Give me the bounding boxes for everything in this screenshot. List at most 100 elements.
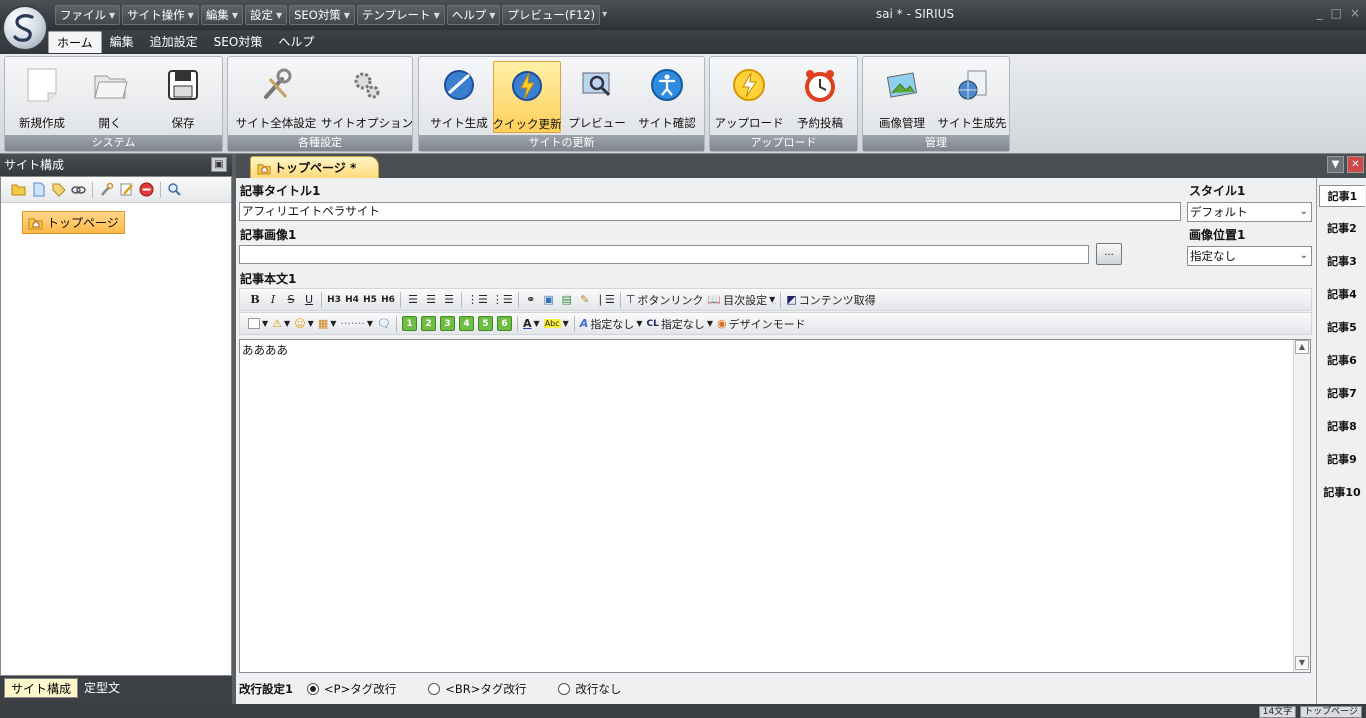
underline-button[interactable]: U <box>302 291 316 308</box>
article-tab-3[interactable]: 記事3 <box>1319 251 1365 273</box>
article-tab-2[interactable]: 記事2 <box>1319 218 1365 240</box>
h3-button[interactable]: H3 <box>327 291 341 308</box>
strikethrough-button[interactable]: S <box>284 291 298 308</box>
article-tab-9[interactable]: 記事9 <box>1319 449 1365 471</box>
save-button[interactable]: 保存 <box>155 61 211 133</box>
font-dropdown[interactable]: A 指定なし ▼ <box>580 315 643 332</box>
tab-home[interactable]: ホーム <box>48 31 102 53</box>
tree-node-top-page[interactable]: トップページ <box>22 211 125 234</box>
pin-panel-icon[interactable]: ▣ <box>211 157 227 172</box>
insert-table-icon[interactable]: ▤ <box>560 291 574 308</box>
align-left-icon[interactable]: ☰ <box>406 291 420 308</box>
open-button[interactable]: 開く <box>85 61 135 133</box>
article-image-input[interactable] <box>239 245 1089 264</box>
article-tab-6[interactable]: 記事6 <box>1319 350 1365 372</box>
toc-settings-button[interactable]: 📖 目次設定 ▼ <box>707 291 775 308</box>
tab-site-structure[interactable]: サイト構成 <box>4 678 79 698</box>
align-center-icon[interactable]: ☰ <box>424 291 438 308</box>
maximize-button[interactable]: □ <box>1331 6 1342 20</box>
tab-additional-settings[interactable]: 追加設定 <box>142 31 206 53</box>
bulleted-list-icon[interactable]: ⋮☰ <box>467 291 488 308</box>
preview-button[interactable]: プレビュー <box>567 61 627 133</box>
article-tab-1[interactable]: 記事1 <box>1319 185 1365 207</box>
insert-image-icon[interactable]: ▣ <box>542 291 556 308</box>
menu-site-ops[interactable]: サイト操作 ▼ <box>122 5 199 25</box>
number-1-button[interactable]: 1 <box>402 316 418 331</box>
app-menu-button[interactable] <box>2 5 48 51</box>
speech-bubble-icon[interactable]: 🗨 <box>377 315 391 332</box>
image-manage-button[interactable]: 画像管理 <box>869 61 935 133</box>
article-tab-8[interactable]: 記事8 <box>1319 416 1365 438</box>
body-scrollbar[interactable]: ▲ ▼ <box>1293 340 1310 672</box>
page-icon[interactable] <box>31 182 46 197</box>
document-tab-top-page[interactable]: トップページ * <box>250 156 380 178</box>
site-generate-button[interactable]: サイト生成 <box>425 61 493 133</box>
box-style-dropdown[interactable]: ▼ <box>248 315 268 332</box>
customize-qat-icon[interactable]: ▾ <box>602 5 607 27</box>
menu-edit[interactable]: 編集 ▼ <box>200 5 243 25</box>
style-select[interactable]: デフォルト ⌄ <box>1187 202 1312 222</box>
edit-html-icon[interactable]: ✎ <box>578 291 592 308</box>
edit-pencil-icon[interactable] <box>119 182 134 197</box>
close-document-icon[interactable]: ✕ <box>1347 156 1364 173</box>
highlight-dropdown[interactable]: Abc ▼ <box>543 315 569 332</box>
class-dropdown[interactable]: CL 指定なし ▼ <box>646 315 713 332</box>
wrench-icon[interactable] <box>99 182 114 197</box>
decoration-image-dropdown[interactable]: ▦ ▼ <box>318 315 337 332</box>
h5-button[interactable]: H5 <box>363 291 377 308</box>
radio-br-tag[interactable]: <BR>タグ改行 <box>428 681 526 697</box>
scroll-up-icon[interactable]: ▲ <box>1295 340 1309 354</box>
tag-icon[interactable] <box>51 182 66 197</box>
number-5-button[interactable]: 5 <box>478 316 494 331</box>
article-body-textarea[interactable]: ああああ <box>239 339 1311 673</box>
tab-snippets[interactable]: 定型文 <box>78 678 126 698</box>
tab-help[interactable]: ヘルプ <box>270 31 322 53</box>
minimize-button[interactable]: _ <box>1317 6 1323 20</box>
tab-list-dropdown-icon[interactable]: ▼ <box>1327 156 1344 173</box>
menu-settings[interactable]: 設定 ▼ <box>244 5 288 25</box>
search-icon[interactable] <box>167 182 182 197</box>
content-fetch-button[interactable]: ◩ コンテンツ取得 <box>786 291 875 308</box>
scheduled-post-button[interactable]: 予約投稿 <box>788 61 852 133</box>
font-color-dropdown[interactable]: A ▼ <box>523 315 540 332</box>
emoji-dropdown[interactable]: ☺ ▼ <box>294 315 314 332</box>
menu-file[interactable]: ファイル ▼ <box>55 5 121 25</box>
warning-dropdown[interactable]: ⚠ ▼ <box>272 315 290 332</box>
site-settings-button[interactable]: サイト全体設定 <box>234 61 318 133</box>
number-4-button[interactable]: 4 <box>459 316 475 331</box>
menu-seo[interactable]: SEO対策 ▼ <box>289 5 355 25</box>
delete-icon[interactable] <box>139 182 154 197</box>
quick-update-button[interactable]: クイック更新 <box>493 61 562 133</box>
folder-icon[interactable] <box>11 182 26 197</box>
link-icon[interactable] <box>71 182 86 197</box>
blockquote-icon[interactable]: ❘☰ <box>596 291 615 308</box>
button-link-button[interactable]: ⊤ ボタンリンク <box>626 291 704 308</box>
article-tab-5[interactable]: 記事5 <box>1319 317 1365 339</box>
bold-button[interactable]: B <box>248 291 262 308</box>
tab-seo[interactable]: SEO対策 <box>206 31 271 53</box>
h4-button[interactable]: H4 <box>345 291 359 308</box>
image-position-select[interactable]: 指定なし ⌄ <box>1187 246 1312 266</box>
article-title-input[interactable]: アフィリエイトペラサイト <box>239 202 1181 221</box>
article-tab-10[interactable]: 記事10 <box>1319 482 1365 504</box>
browse-image-button[interactable]: ... <box>1096 243 1122 265</box>
number-2-button[interactable]: 2 <box>421 316 437 331</box>
link-icon[interactable]: ⚭ <box>524 291 538 308</box>
radio-no-break[interactable]: 改行なし <box>558 681 621 697</box>
align-right-icon[interactable]: ☰ <box>442 291 456 308</box>
site-options-button[interactable]: サイトオプション <box>321 61 413 133</box>
menu-preview[interactable]: プレビュー(F12) <box>502 5 601 25</box>
new-button[interactable]: 新規作成 <box>11 61 73 133</box>
line-style-dropdown[interactable]: ······· ▼ <box>340 315 373 332</box>
menu-template[interactable]: テンプレート ▼ <box>356 5 445 25</box>
menu-help[interactable]: ヘルプ ▼ <box>446 5 501 25</box>
numbered-list-icon[interactable]: ⋮☰ <box>492 291 513 308</box>
number-3-button[interactable]: 3 <box>440 316 456 331</box>
radio-p-tag[interactable]: <P>タグ改行 <box>307 681 396 697</box>
article-tab-4[interactable]: 記事4 <box>1319 284 1365 306</box>
site-check-button[interactable]: サイト確認 <box>635 61 699 133</box>
tab-edit[interactable]: 編集 <box>102 31 142 53</box>
design-mode-button[interactable]: ◉ デザインモード <box>717 315 806 332</box>
output-folder-button[interactable]: サイト生成先 <box>937 61 1007 133</box>
h6-button[interactable]: H6 <box>381 291 395 308</box>
